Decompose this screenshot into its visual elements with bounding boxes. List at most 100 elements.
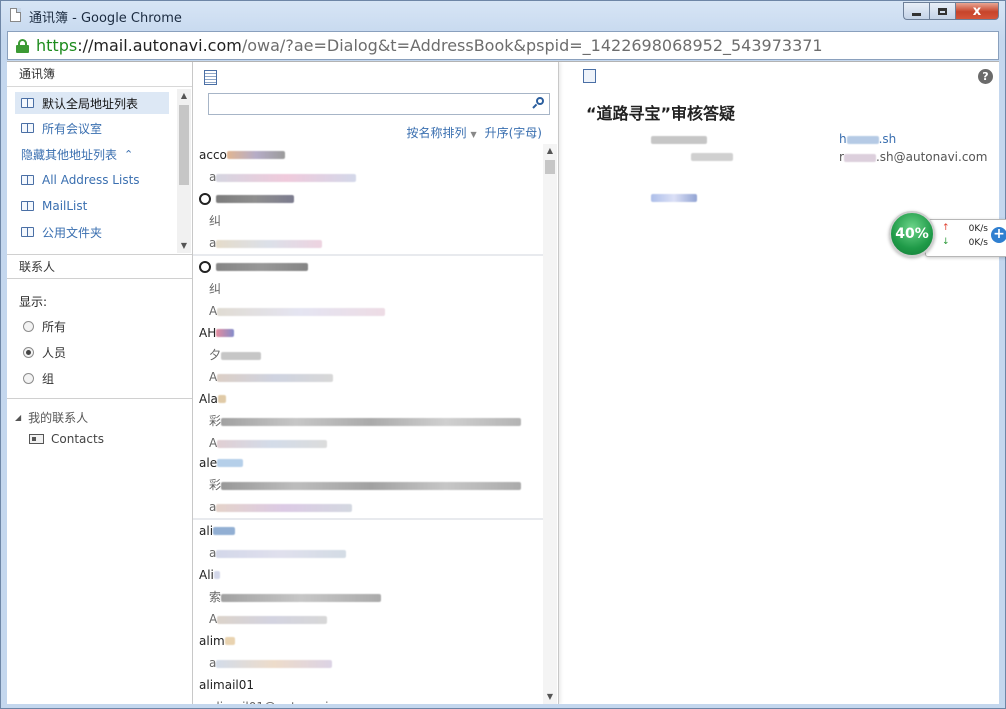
navigation-pane: 通讯簿 默认全局地址列表 所有会议室 隐藏其他地址列表 ⌃ All Address… [7, 62, 193, 704]
folder-all-rooms[interactable]: 所有会议室 [7, 115, 177, 141]
network-speed-widget[interactable]: ↑ 0K/s ↓ 0K/s 40% + [889, 211, 1006, 261]
sort-order-button[interactable]: 升序(字母) [485, 124, 542, 141]
upload-speed: 0K/s [968, 224, 988, 234]
group-icon [199, 193, 211, 205]
address-book-view-icon[interactable] [204, 70, 217, 85]
folder-maillist[interactable]: MailList [7, 193, 177, 219]
page-icon [10, 8, 21, 22]
close-button[interactable]: x [955, 2, 999, 20]
contact-name: alim [199, 630, 543, 652]
url-scheme: https [36, 36, 78, 55]
contact-department: 彩 [199, 410, 543, 432]
group-icon [199, 261, 211, 273]
list-item[interactable]: acco a [193, 144, 543, 188]
chevron-down-icon: ▼ [470, 130, 477, 139]
contact-list: acco a 纠 a 纠 A AH 夕 A Ala 彩 A ale 彩 a al… [193, 144, 543, 704]
contact-department: 夕 [199, 344, 543, 366]
contact-department: 纠 [209, 282, 222, 296]
contact-detail-pane: ? “道路寻宝”审核答疑 h .sh r .sh@autonavi.com [559, 62, 999, 704]
address-book-icon [21, 201, 34, 211]
contact-name: ali [199, 520, 543, 542]
contact-email: A [199, 300, 543, 322]
member-link[interactable] [651, 190, 697, 204]
filter-people-radio[interactable]: 人员 [23, 344, 66, 361]
contact-email: a [199, 166, 543, 188]
address-book-icon [21, 98, 34, 108]
address-bar[interactable]: https://mail.autonavi.com/owa/?ae=Dialog… [7, 31, 999, 60]
contact-department: 彩 [199, 474, 543, 496]
folder-default-global-list[interactable]: 默认全局地址列表 [15, 92, 169, 114]
folder-public-folders[interactable]: 公用文件夹 [7, 219, 177, 245]
scroll-down-icon[interactable]: ▼ [543, 690, 557, 704]
contact-department: 纠 [209, 214, 222, 228]
contact-email: a [199, 652, 543, 674]
contacts-header: 联系人 [7, 254, 192, 279]
collapse-triangle-icon[interactable]: ◢ [15, 413, 21, 422]
list-item[interactable]: ale 彩 a [193, 452, 543, 520]
url-text[interactable]: https://mail.autonavi.com/owa/?ae=Dialog… [36, 36, 823, 55]
plus-icon[interactable]: + [991, 227, 1006, 243]
contact-name: acco [199, 144, 543, 166]
scrollbar-thumb[interactable] [179, 105, 189, 185]
list-item[interactable]: Ala 彩 A [193, 388, 543, 454]
details-icon[interactable] [583, 69, 596, 83]
contact-name [199, 256, 543, 278]
filter-groups-radio[interactable]: 组 [23, 370, 54, 387]
chevron-up-icon: ⌃ [124, 147, 134, 161]
contact-name: Ali [199, 564, 543, 586]
contact-list-scrollbar[interactable]: ▲ ▼ [543, 144, 557, 704]
address-book-header: 通讯簿 [7, 62, 192, 87]
maximize-button[interactable] [929, 2, 955, 20]
scroll-up-icon[interactable]: ▲ [543, 144, 557, 158]
list-item[interactable]: 纠 a [193, 188, 543, 256]
contact-email: a [199, 496, 543, 518]
sort-bar: 按名称排列 ▼ 升序(字母) [406, 124, 542, 141]
lock-icon[interactable] [16, 39, 29, 53]
address-book-icon [21, 175, 34, 185]
group-title: “道路寻宝”审核答疑 [586, 104, 736, 123]
my-contacts-node[interactable]: ◢ 我的联系人 [7, 406, 192, 428]
scroll-up-icon[interactable]: ▲ [177, 89, 191, 103]
list-item[interactable]: ali a [193, 520, 543, 564]
contact-email: A [199, 366, 543, 388]
contact-card-icon [29, 434, 44, 444]
browser-window: 通讯簿 - Google Chrome x https://mail.auton… [0, 0, 1006, 709]
search-icon[interactable] [532, 97, 544, 109]
contact-name [199, 188, 543, 210]
filter-all-radio[interactable]: 所有 [23, 318, 66, 335]
hide-other-lists-toggle[interactable]: 隐藏其他地址列表 ⌃ [7, 141, 177, 167]
detail-label [691, 149, 733, 163]
contact-email: A [199, 432, 543, 454]
scrollbar-thumb[interactable] [545, 160, 555, 174]
list-item[interactable]: AH 夕 A [193, 322, 543, 388]
minimize-icon [912, 12, 921, 16]
contact-department: 索 [199, 586, 543, 608]
contact-email: a [199, 232, 543, 254]
minimize-button[interactable] [903, 2, 929, 20]
list-item[interactable]: 纠 A [193, 256, 543, 322]
radio-button[interactable] [23, 321, 34, 332]
detail-label [651, 132, 707, 146]
contacts-folder[interactable]: Contacts [7, 428, 192, 450]
list-item[interactable]: alimail01 alimail01@autonavi.com [193, 674, 543, 704]
contact-email: alimail01@autonavi.com [199, 696, 543, 704]
radio-button[interactable] [23, 373, 34, 384]
radio-button[interactable] [23, 347, 34, 358]
memory-usage-ball[interactable]: 40% [889, 211, 935, 257]
list-item[interactable]: Ali 索 A [193, 564, 543, 630]
contact-email: a [199, 542, 543, 564]
search-input[interactable] [208, 93, 550, 115]
title-bar[interactable]: 通讯簿 - Google Chrome x [1, 1, 1005, 31]
list-item[interactable]: alim a [193, 630, 543, 674]
contact-email: A [199, 608, 543, 630]
sort-by-name-button[interactable]: 按名称排列 ▼ [406, 124, 476, 141]
member-email-link[interactable]: h .sh [839, 132, 896, 146]
url-path: /owa/?ae=Dialog&t=AddressBook&pspid=_142… [241, 36, 823, 55]
folder-all-address-lists[interactable]: All Address Lists [7, 167, 177, 193]
url-host: ://mail.autonavi.com [77, 36, 242, 55]
folder-list-scrollbar[interactable]: ▲ ▼ [177, 89, 191, 253]
scroll-down-icon[interactable]: ▼ [177, 239, 191, 253]
help-icon[interactable]: ? [978, 69, 993, 84]
contact-name: Ala [199, 388, 543, 410]
maximize-icon [938, 7, 947, 15]
